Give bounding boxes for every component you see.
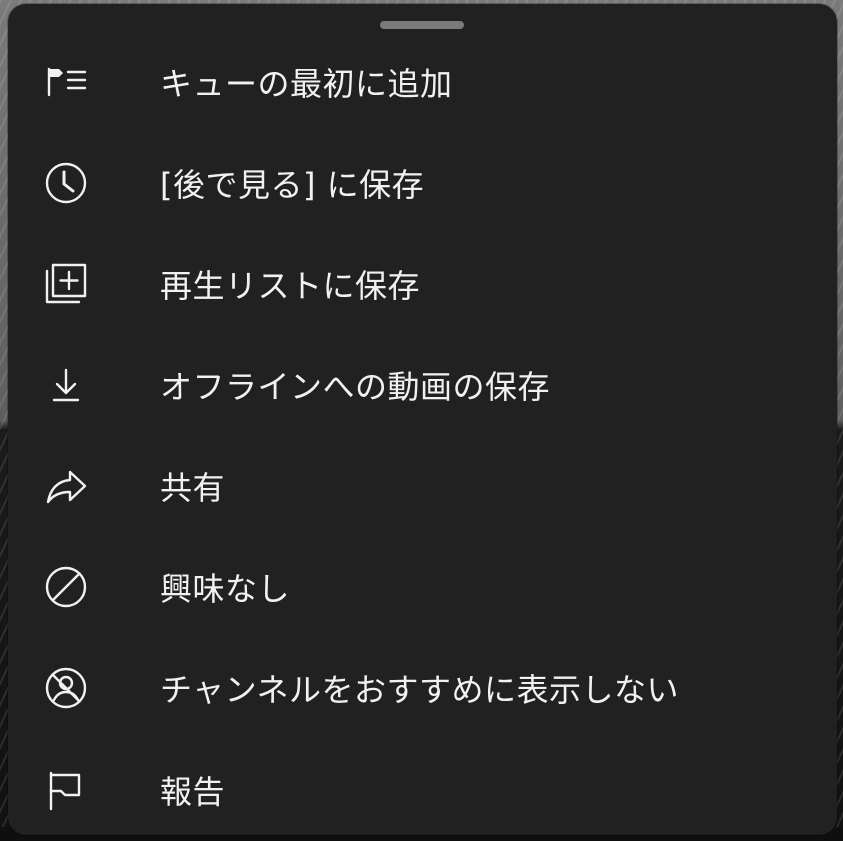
menu-item-play-next[interactable]: キューの最初に追加 <box>8 31 837 132</box>
share-icon <box>42 462 90 510</box>
menu-item-label: 興味なし <box>160 569 291 608</box>
menu-item-watch-later[interactable]: [後で見る] に保存 <box>8 132 837 233</box>
not-interested-icon <box>42 563 90 611</box>
menu-item-dont-recommend-channel[interactable]: チャンネルをおすすめに表示しない <box>8 638 837 740</box>
menu-item-label: 報告 <box>160 772 226 811</box>
action-menu-list: キューの最初に追加 [後で見る] に保存 再生リストに保存 オフラインへの動画の… <box>8 31 837 835</box>
menu-item-label: 再生リストに保存 <box>160 266 421 305</box>
clock-icon <box>42 159 90 207</box>
menu-item-download[interactable]: オフラインへの動画の保存 <box>8 334 837 435</box>
menu-item-label: 共有 <box>160 468 226 507</box>
bottom-sheet-menu: キューの最初に追加 [後で見る] に保存 再生リストに保存 オフラインへの動画の… <box>8 4 837 835</box>
drag-handle[interactable] <box>380 21 464 29</box>
menu-item-label: [後で見る] に保存 <box>160 165 425 204</box>
add-to-playlist-icon <box>42 260 90 308</box>
block-channel-icon <box>42 664 90 712</box>
menu-item-save-playlist[interactable]: 再生リストに保存 <box>8 233 837 334</box>
menu-item-label: キューの最初に追加 <box>160 64 453 103</box>
flag-icon <box>42 766 90 814</box>
menu-item-share[interactable]: 共有 <box>8 435 837 536</box>
menu-item-report[interactable]: 報告 <box>8 739 837 835</box>
menu-item-label: チャンネルをおすすめに表示しない <box>160 671 680 710</box>
menu-item-not-interested[interactable]: 興味なし <box>8 536 837 638</box>
menu-item-label: オフラインへの動画の保存 <box>160 367 551 406</box>
download-icon <box>42 361 90 409</box>
play-next-queue-icon <box>42 58 90 106</box>
